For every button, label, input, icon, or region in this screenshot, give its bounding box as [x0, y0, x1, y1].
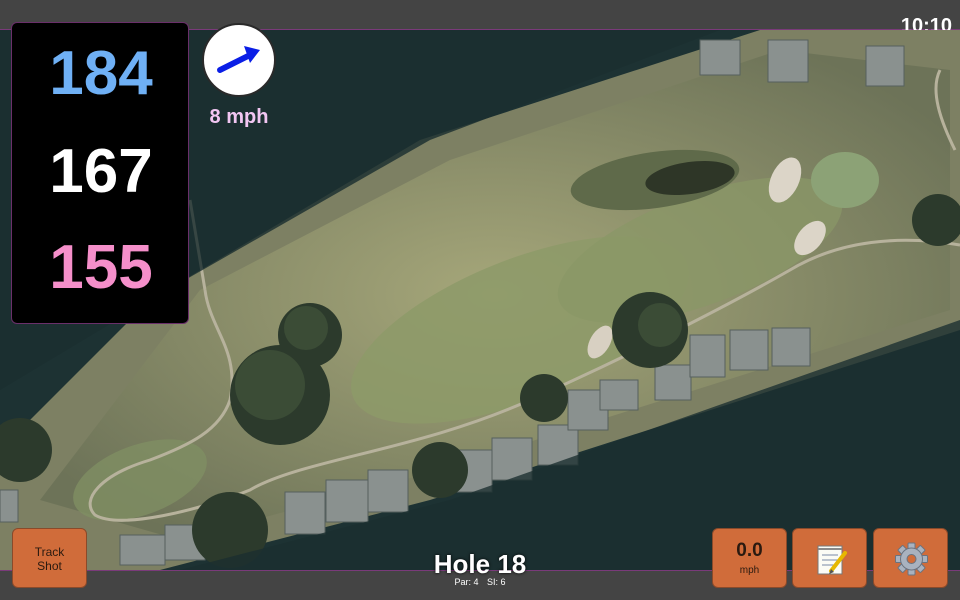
track-shot-button[interactable]: Track Shot — [12, 528, 87, 588]
wind-speed-label: 8 mph — [209, 106, 269, 128]
hole-par: Par: 4 — [454, 577, 479, 587]
hole-stroke-index: SI: 6 — [487, 577, 506, 587]
settings-button[interactable] — [873, 528, 948, 588]
speed-value: 0.0 — [736, 540, 763, 561]
hole-title: Hole 18 — [433, 549, 527, 579]
hole-details: Par: 4 SI: 6 — [380, 577, 580, 587]
notes-button[interactable] — [792, 528, 867, 588]
front-distance: 155 — [49, 233, 153, 302]
gear-icon — [895, 542, 928, 576]
middle-distance: 167 — [49, 137, 153, 206]
arrow-up-right-icon — [217, 46, 260, 73]
track-shot-label-line1: Track — [34, 545, 65, 559]
track-shot-label-line2: Shot — [37, 559, 62, 573]
back-distance: 184 — [49, 39, 153, 108]
notepad-icon — [817, 545, 847, 575]
swing-speed-button[interactable]: 0.0 mph — [712, 528, 787, 588]
wind-direction-indicator — [202, 23, 276, 97]
speed-unit: mph — [739, 565, 760, 576]
distance-panel: 184 167 155 — [11, 22, 189, 324]
